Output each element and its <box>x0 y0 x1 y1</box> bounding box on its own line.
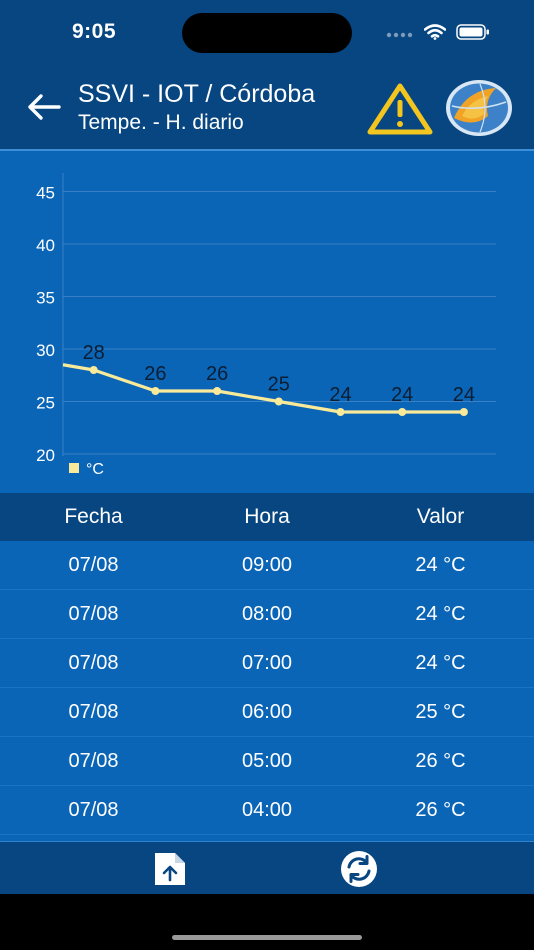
data-point <box>336 408 345 416</box>
legend-swatch <box>69 463 79 473</box>
y-tick-label: 40 <box>36 236 55 255</box>
cell-hora: 09:00 <box>241 553 293 576</box>
cell-hora: 05:00 <box>241 749 293 772</box>
y-tick-label: 25 <box>36 394 55 413</box>
column-header-fecha: Fecha <box>64 505 123 528</box>
cell-hora: 04:00 <box>241 798 293 821</box>
header-bar: 9:05 SSVI - IOT / Córdoba Tempe. - H. di… <box>0 0 534 151</box>
y-tick-label: 20 <box>36 446 55 465</box>
cell-fecha: 07/08 <box>68 700 119 723</box>
cell-hora: 08:00 <box>241 602 293 625</box>
cell-fecha: 07/08 <box>68 749 119 772</box>
cell-hora: 06:00 <box>241 700 293 723</box>
cell-valor: 24 °C <box>415 651 466 674</box>
y-tick-label: 35 <box>36 289 55 308</box>
data-label: 26 <box>206 363 228 385</box>
data-point <box>151 387 160 395</box>
table-row[interactable]: 07/08 06:00 25 °C <box>0 688 534 737</box>
back-button[interactable] <box>24 90 64 124</box>
table-row[interactable]: 07/08 04:00 26 °C <box>0 786 534 835</box>
table-row[interactable]: 07/08 08:00 24 °C <box>0 590 534 639</box>
home-indicator-area <box>0 894 534 950</box>
table-row[interactable]: 07/08 07:00 24 °C <box>0 639 534 688</box>
signal-icon <box>386 26 414 44</box>
readings-table: 07/08 09:00 24 °C 07/08 08:00 24 °C 07/0… <box>0 541 534 841</box>
warning-icon <box>367 83 433 135</box>
cell-fecha: 07/08 <box>68 602 119 625</box>
chart-canvas: 45 40 35 30 25 20 28 26 26 25 24 24 24 °C <box>36 173 496 478</box>
table-header: Fecha Hora Valor <box>0 493 534 541</box>
cell-valor: 24 °C <box>415 602 466 625</box>
temperature-chart: 45 40 35 30 25 20 28 26 26 25 24 24 24 °C <box>0 151 534 493</box>
data-point <box>398 408 407 416</box>
cell-valor: 24 °C <box>415 553 466 576</box>
data-label: 24 <box>453 384 475 406</box>
bottom-toolbar <box>0 841 534 894</box>
data-label: 24 <box>391 384 413 406</box>
cell-hora: 07:00 <box>241 651 293 674</box>
table-row[interactable]: 07/08 09:00 24 °C <box>0 541 534 590</box>
app-logo[interactable] <box>444 78 514 138</box>
refresh-button[interactable] <box>340 850 378 888</box>
data-label: 26 <box>144 363 166 385</box>
data-point <box>213 387 222 395</box>
column-header-valor: Valor <box>416 505 465 528</box>
refresh-icon <box>341 851 377 887</box>
wifi-icon <box>423 24 447 45</box>
file-upload-icon <box>155 853 185 885</box>
arrow-left-icon <box>28 94 61 120</box>
table-row[interactable]: 07/08 05:00 26 °C <box>0 737 534 786</box>
logo-icon <box>446 80 512 136</box>
battery-icon <box>456 24 490 45</box>
cell-valor: 25 °C <box>415 700 466 723</box>
home-indicator[interactable] <box>172 935 362 940</box>
data-label: 24 <box>329 384 351 406</box>
page-title: SSVI - IOT / Córdoba <box>78 80 316 108</box>
data-label: 25 <box>268 374 290 396</box>
status-time: 9:05 <box>72 20 117 43</box>
export-button[interactable] <box>151 850 189 888</box>
y-tick-label: 30 <box>36 341 55 360</box>
legend-label: °C <box>86 461 104 478</box>
cell-valor: 26 °C <box>415 798 466 821</box>
cell-valor: 26 °C <box>415 749 466 772</box>
page-subtitle: Tempe. - H. diario <box>78 111 244 134</box>
cell-fecha: 07/08 <box>68 651 119 674</box>
data-point <box>274 397 283 406</box>
column-header-hora: Hora <box>244 505 290 528</box>
dynamic-island <box>182 13 352 53</box>
cell-fecha: 07/08 <box>68 553 119 576</box>
data-label: 28 <box>83 342 105 364</box>
alerts-button[interactable] <box>366 82 434 136</box>
data-point <box>89 366 98 374</box>
y-tick-label: 45 <box>36 184 55 203</box>
app-screen: 9:05 SSVI - IOT / Córdoba Tempe. - H. di… <box>0 0 534 950</box>
data-point <box>459 408 468 416</box>
status-icons <box>386 24 490 45</box>
cell-fecha: 07/08 <box>68 798 119 821</box>
